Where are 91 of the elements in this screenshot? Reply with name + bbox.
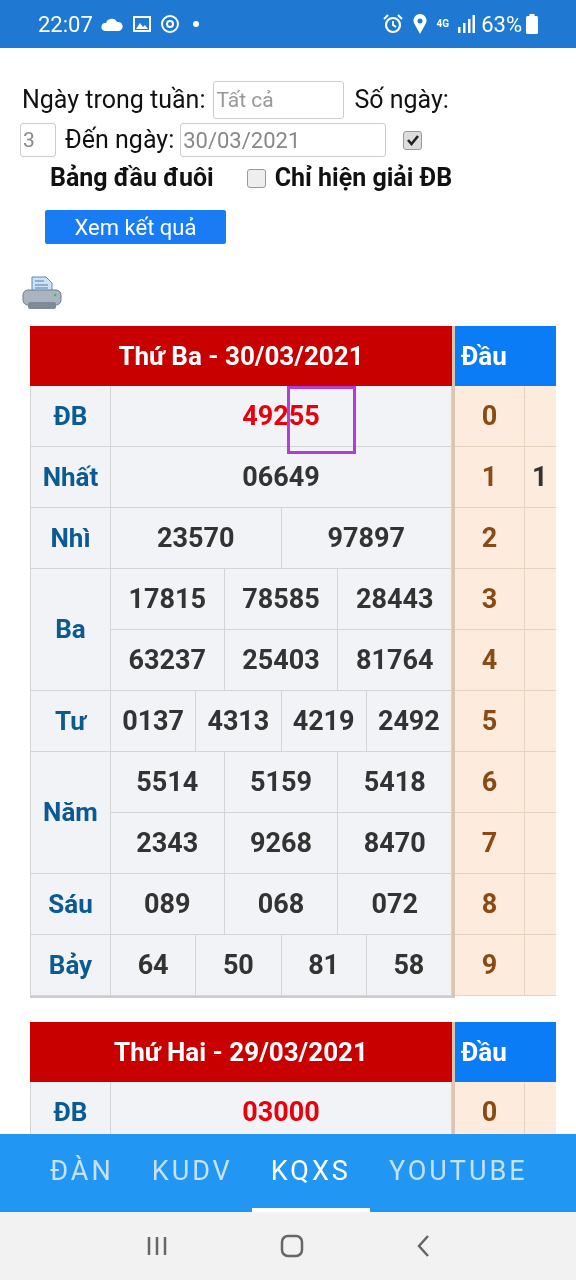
browser-icon — [160, 15, 179, 33]
head-digit: 8 — [455, 874, 525, 935]
prize-number: 03000 — [111, 1082, 452, 1134]
head-digit: 4 — [455, 630, 525, 691]
network-type: 4G — [436, 19, 450, 29]
printer-icon[interactable] — [22, 276, 62, 310]
image-icon — [132, 16, 151, 32]
field-label: Số ngày: — [354, 84, 449, 117]
prize-number: 17815 — [111, 569, 225, 630]
prize-number: 2492 — [366, 691, 452, 752]
prize-number: 0137 — [111, 691, 197, 752]
head-digit: 0 — [455, 386, 525, 447]
prize-number: 78585 — [224, 569, 339, 630]
tail-cell — [525, 386, 556, 447]
prize-number: 63237 — [111, 630, 225, 691]
head-digit: 2 — [455, 508, 525, 569]
notification-dot-icon — [192, 21, 199, 27]
prize-number: 5159 — [224, 752, 339, 813]
prize-number: 28443 — [338, 569, 452, 630]
tab[interactable]: ĐÀN — [0, 1134, 133, 1212]
prize-number: 4219 — [281, 691, 367, 752]
head-digit: 3 — [455, 569, 525, 630]
tail-cell — [525, 1082, 556, 1134]
prize-number: 97897 — [281, 508, 452, 569]
prize-number: 06649 — [111, 447, 452, 508]
head-digit: 1 — [455, 447, 525, 508]
prize-number: 072 — [338, 874, 452, 935]
battery-icon — [526, 14, 538, 34]
prize-number: 068 — [224, 874, 339, 935]
checkbox-label: Bảng đầu đuôi — [50, 162, 214, 195]
prize-number: 23570 — [111, 508, 282, 569]
weekday-field[interactable]: Tất cả — [213, 81, 345, 119]
prize-name: Bảy — [30, 935, 111, 996]
home-icon[interactable] — [280, 1234, 304, 1258]
tail-cell — [525, 569, 556, 630]
tail-cell — [525, 630, 556, 691]
head-digit: 0 — [455, 1082, 525, 1134]
column-header: Đầu — [455, 1022, 556, 1082]
prize-number: 2343 — [111, 813, 225, 874]
column-header: Đầu — [455, 326, 556, 386]
tail-cell — [525, 874, 556, 935]
prize-name: Sáu — [30, 874, 111, 935]
back-icon[interactable] — [416, 1234, 430, 1258]
submit-button[interactable]: Xem kết quả — [45, 210, 226, 244]
tab[interactable]: YOUTUBE — [369, 1134, 547, 1212]
field-label: Đến ngày: — [65, 124, 175, 157]
field-label: Ngày trong tuần: — [22, 84, 206, 117]
signal-icon — [457, 15, 476, 33]
checkbox[interactable] — [403, 130, 423, 150]
battery-percent: 63% — [481, 10, 522, 39]
clock-time: 22:07 — [38, 10, 93, 39]
recent-apps-icon[interactable] — [146, 1235, 168, 1257]
cloud-icon — [100, 17, 123, 31]
prize-name: Tư — [30, 691, 111, 752]
prize-number: 5514 — [111, 752, 225, 813]
prize-number: 58 — [366, 935, 452, 996]
prize-name: Ba — [30, 569, 111, 691]
prize-name: ĐB — [30, 1082, 111, 1134]
checkbox-label: Chỉ hiện giải ĐB — [274, 162, 453, 195]
prize-name: ĐB — [30, 386, 111, 447]
prize-number: 8470 — [338, 813, 452, 874]
prize-number: 089 — [111, 874, 225, 935]
prize-number: 5418 — [338, 752, 452, 813]
prize-name: Nhì — [30, 508, 111, 569]
date-field[interactable]: 30/03/2021 — [180, 123, 387, 157]
prize-number: 81 — [281, 935, 367, 996]
alarm-icon — [382, 14, 403, 34]
days-field[interactable]: 3 — [20, 123, 56, 157]
tail-cell — [525, 691, 556, 752]
draw-header: Thứ Hai - 29/03/2021 — [30, 1022, 452, 1082]
tail-cell: 1 — [525, 447, 556, 508]
prize-number: 50 — [196, 935, 282, 996]
prize-number: 64 — [111, 935, 197, 996]
prize-number: 25403 — [224, 630, 339, 691]
tail-cell — [525, 752, 556, 813]
location-icon — [412, 14, 427, 34]
tail-cell — [525, 508, 556, 569]
head-digit: 6 — [455, 752, 525, 813]
prize-number: 81764 — [338, 630, 452, 691]
prize-name: Năm — [30, 752, 111, 874]
prize-number: 4313 — [196, 691, 282, 752]
head-digit: 7 — [455, 813, 525, 874]
checkbox[interactable] — [246, 168, 266, 188]
tail-cell — [525, 935, 556, 996]
draw-header: Thứ Ba - 30/03/2021 — [30, 326, 452, 386]
head-digit: 9 — [455, 935, 525, 996]
head-digit: 5 — [455, 691, 525, 752]
prize-number: 9268 — [224, 813, 339, 874]
tail-cell — [525, 813, 556, 874]
tab[interactable]: KUDV — [132, 1134, 252, 1212]
prize-name: Nhất — [30, 447, 111, 508]
